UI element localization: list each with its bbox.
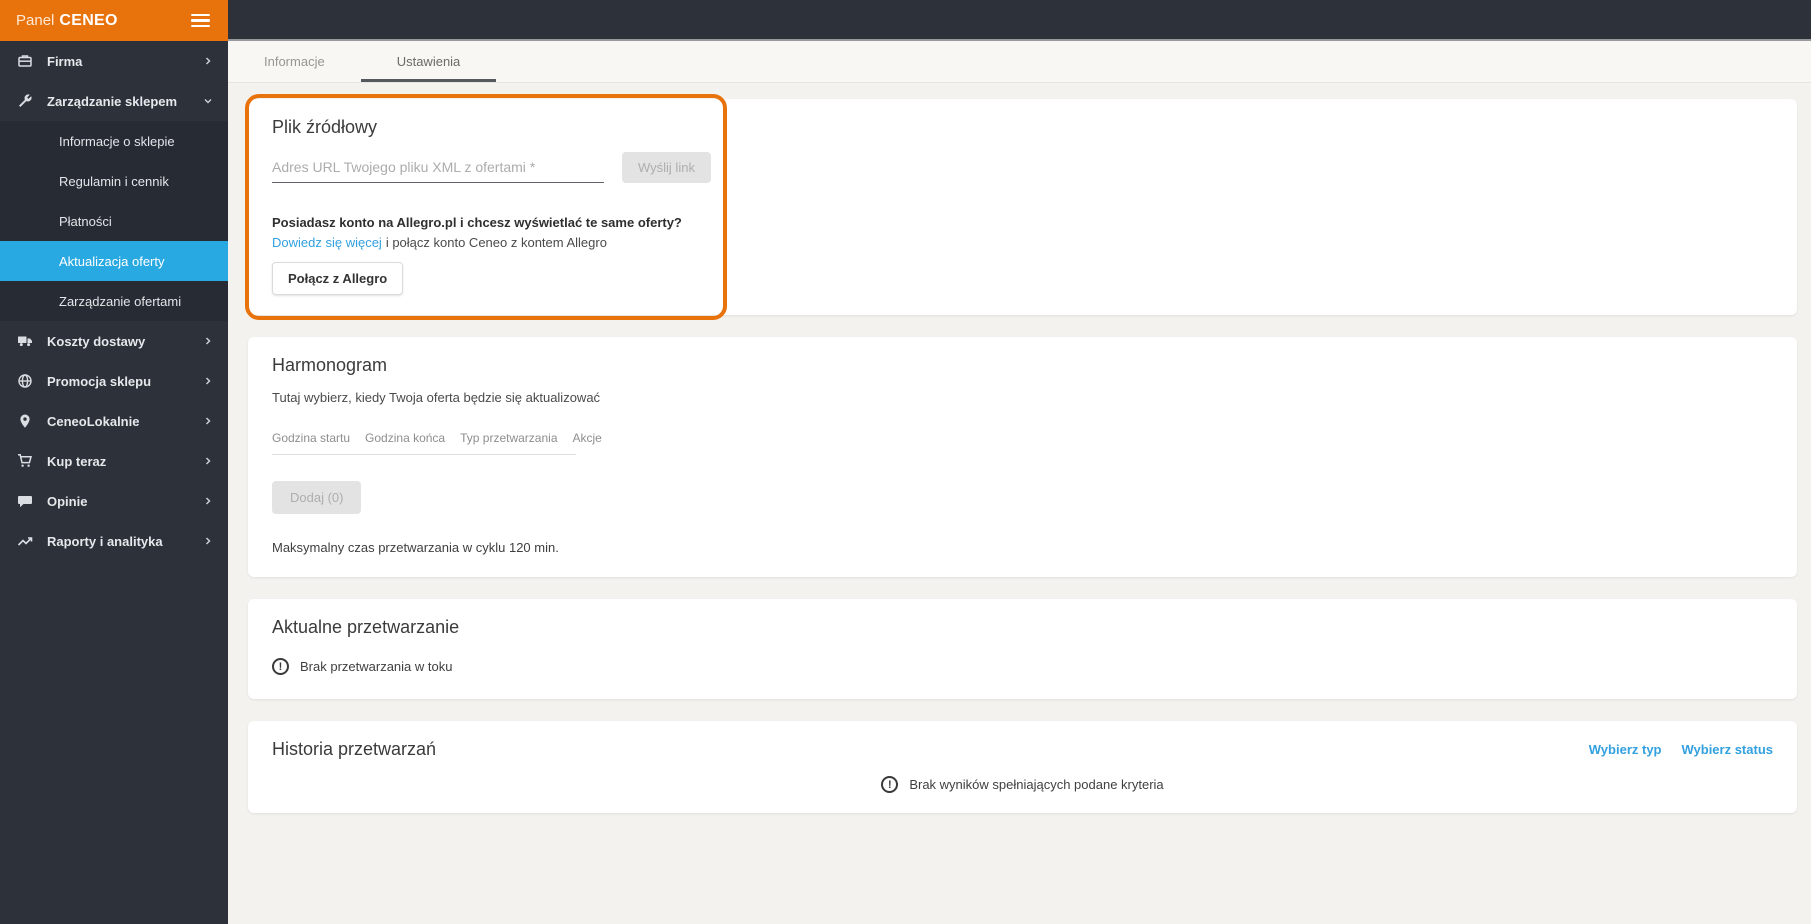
history-empty: ! Brak wyników spełniających podane kryt… <box>272 776 1773 793</box>
hamburger-menu-icon[interactable] <box>189 9 212 33</box>
sidebar-submenu: Informacje o sklepie Regulamin i cennik … <box>0 121 228 321</box>
learn-more-suffix: i połącz konto Ceneo z kontem Allegro <box>385 235 607 250</box>
add-schedule-button[interactable]: Dodaj (0) <box>272 481 362 514</box>
tab-label: Informacje <box>264 54 325 69</box>
company-icon <box>16 53 34 69</box>
sidebar-item-promocja-sklepu[interactable]: Promocja sklepu <box>0 361 228 401</box>
schedule-table-divider <box>272 454 576 455</box>
tab-label: Ustawienia <box>396 54 461 69</box>
sidebar-item-aktualizacja-oferty[interactable]: Aktualizacja oferty <box>0 241 228 281</box>
xml-url-input[interactable] <box>272 153 604 183</box>
tab-informacje[interactable]: Informacje <box>228 41 361 82</box>
sidebar-item-regulamin-i-cennik[interactable]: Regulamin i cennik <box>0 161 228 201</box>
brand-ceneo-text: CENEO <box>59 11 118 29</box>
exclamation-circle-icon: ! <box>881 776 899 793</box>
column-godzina-startu: Godzina startu <box>272 431 351 445</box>
chevron-right-icon <box>202 55 214 67</box>
top-bar <box>228 0 1811 41</box>
connect-allegro-button[interactable]: Połącz z Allegro <box>272 262 404 295</box>
chevron-right-icon <box>202 455 214 467</box>
schedule-title: Harmonogram <box>272 355 388 375</box>
sidebar-item-label: Kup teraz <box>47 453 107 469</box>
sidebar-item-raporty-i-analityka[interactable]: Raporty i analityka <box>0 521 228 561</box>
allegro-question: Posiadasz konto na Allegro.pl i chcesz w… <box>272 215 682 230</box>
ceneo-panel-app: Panel CENEO Firma Zarządzanie sklepem In… <box>0 0 1811 924</box>
xml-url-input-row: Wyślij link <box>272 152 1773 183</box>
history-title: Historia przetwarzań <box>272 739 437 759</box>
filter-type-link[interactable]: Wybierz typ <box>1589 742 1662 757</box>
sidebar-item-label: Aktualizacja oferty <box>59 253 165 269</box>
learn-more-link[interactable]: Dowiedz się więcej <box>272 235 382 250</box>
send-link-button[interactable]: Wyślij link <box>622 152 711 183</box>
sidebar-item-label: Płatności <box>59 213 112 229</box>
sidebar-nav: Firma Zarządzanie sklepem Informacje o s… <box>0 41 228 561</box>
sidebar: Panel CENEO Firma Zarządzanie sklepem In… <box>0 0 228 924</box>
filter-status-link[interactable]: Wybierz status <box>1681 742 1773 757</box>
source-file-card: Plik źródłowy Wyślij link Posiadasz kont… <box>245 94 1797 320</box>
map-pin-icon <box>16 413 34 429</box>
wrench-icon <box>16 93 34 109</box>
sidebar-item-zarzadzanie-sklepem[interactable]: Zarządzanie sklepem <box>0 81 228 121</box>
tab-ustawienia[interactable]: Ustawienia <box>360 41 497 82</box>
main-area: Informacje Ustawienia Plik źródłowy Wyśl… <box>228 0 1811 924</box>
chevron-right-icon <box>202 415 214 427</box>
schedule-subtitle: Tutaj wybierz, kiedy Twoja oferta będzie… <box>272 390 601 405</box>
current-processing-empty: ! Brak przetwarzania w toku <box>272 658 1773 675</box>
allegro-link-line: Dowiedz się więcej i połącz konto Ceneo z… <box>272 235 1773 250</box>
history-empty-text: Brak wyników spełniających podane kryter… <box>909 777 1164 792</box>
sidebar-item-kup-teraz[interactable]: Kup teraz <box>0 441 228 481</box>
chat-icon <box>16 493 34 509</box>
chevron-down-icon <box>202 95 214 107</box>
current-processing-title: Aktualne przetwarzanie <box>272 617 460 637</box>
sidebar-item-label: Raporty i analityka <box>47 533 163 549</box>
sidebar-item-label: Regulamin i cennik <box>59 173 169 189</box>
content: Plik źródłowy Wyślij link Posiadasz kont… <box>228 83 1811 813</box>
brand-logo: Panel CENEO <box>16 12 118 30</box>
sidebar-item-platnosci[interactable]: Płatności <box>0 201 228 241</box>
sidebar-item-label: Opinie <box>47 493 88 509</box>
chevron-right-icon <box>202 535 214 547</box>
sidebar-item-label: Zarządzanie ofertami <box>59 293 182 309</box>
sidebar-item-ceneolokalnie[interactable]: CeneoLokalnie <box>0 401 228 441</box>
history-filters: Wybierz typ Wybierz status <box>1589 742 1773 757</box>
sidebar-item-informacje-o-sklepie[interactable]: Informacje o sklepie <box>0 121 228 161</box>
truck-icon <box>16 333 34 349</box>
sidebar-item-label: Zarządzanie sklepem <box>47 93 178 109</box>
current-processing-empty-text: Brak przetwarzania w toku <box>300 659 453 674</box>
globe-icon <box>16 373 34 389</box>
column-akcje: Akcje <box>572 431 602 445</box>
sidebar-item-koszty-dostawy[interactable]: Koszty dostawy <box>0 321 228 361</box>
sidebar-item-label: CeneoLokalnie <box>47 413 140 429</box>
source-file-title: Plik źródłowy <box>272 117 378 137</box>
brand-panel-text: Panel <box>16 11 55 29</box>
column-godzina-konca: Godzina końca <box>365 431 446 445</box>
chevron-right-icon <box>202 335 214 347</box>
column-typ-przetwarzania: Typ przetwarzania <box>460 431 558 445</box>
exclamation-circle-icon: ! <box>272 658 289 675</box>
history-header: Historia przetwarzań Wybierz typ Wybierz… <box>272 739 1773 760</box>
sidebar-item-zarzadzanie-ofertami[interactable]: Zarządzanie ofertami <box>0 281 228 321</box>
sidebar-item-label: Firma <box>47 53 83 69</box>
schedule-card: Harmonogram Tutaj wybierz, kiedy Twoja o… <box>248 337 1797 577</box>
sidebar-item-label: Informacje o sklepie <box>59 133 175 149</box>
cart-icon <box>16 453 34 469</box>
sidebar-item-label: Promocja sklepu <box>47 373 152 389</box>
sidebar-item-firma[interactable]: Firma <box>0 41 228 81</box>
schedule-note: Maksymalny czas przetwarzania w cyklu 12… <box>272 540 559 555</box>
history-card: Historia przetwarzań Wybierz typ Wybierz… <box>248 721 1797 813</box>
tab-bar: Informacje Ustawienia <box>228 41 1811 83</box>
chevron-right-icon <box>202 495 214 507</box>
sidebar-header: Panel CENEO <box>0 0 228 41</box>
chart-icon <box>16 533 34 549</box>
current-processing-card: Aktualne przetwarzanie ! Brak przetwarza… <box>248 599 1797 699</box>
sidebar-item-opinie[interactable]: Opinie <box>0 481 228 521</box>
chevron-right-icon <box>202 375 214 387</box>
sidebar-item-label: Koszty dostawy <box>47 333 146 349</box>
schedule-table-header: Godzina startu Godzina końca Typ przetwa… <box>272 431 1773 445</box>
